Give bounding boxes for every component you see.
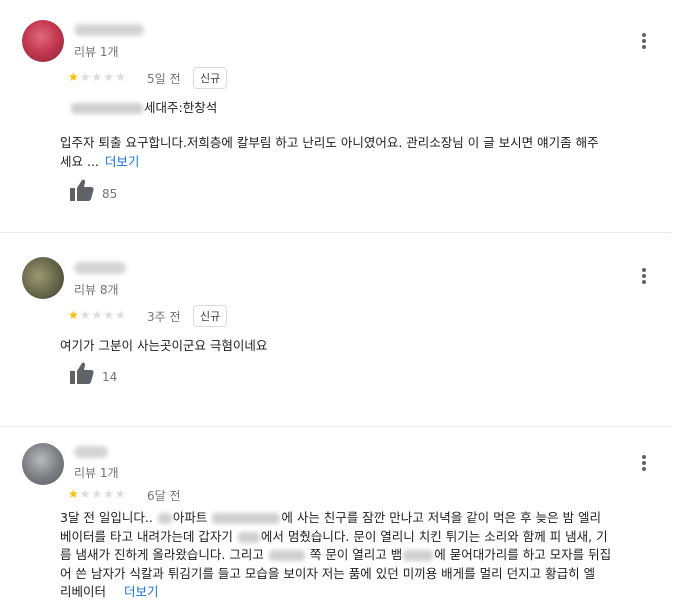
review-card: 리뷰 8개 ★★★★★ 3주 전 신규 여기가 그분이 사는곳이군요 극혐이네요…: [0, 233, 691, 426]
avatar[interactable]: [22, 257, 64, 299]
review-text-line: 어 쓴 남자가 식칼과 튀김기를 들고 모습을 보이자 저는 품에 있던 미끼용…: [60, 565, 596, 581]
owner-line: 세대주:한창석: [70, 97, 217, 116]
like-button[interactable]: 85: [70, 179, 117, 201]
review-text-part: 베이터를 타고 내려가는데 갑자기: [60, 528, 233, 544]
more-link[interactable]: 더보기: [105, 154, 140, 169]
new-badge: 신규: [193, 305, 228, 327]
review-count: 리뷰 1개: [74, 45, 119, 59]
star-rating: ★★★★★: [68, 308, 127, 322]
review-text-part: 에서 멈췄습니다. 문이 열리니 치킨 튀기는 소리와 함께 피 냄새, 기: [260, 528, 608, 544]
review-text: 3달 전 일입니다.. 아파트 에 사는 친구를 잠깐 만나고 저녁을 같이 먹…: [60, 509, 660, 602]
review-text-part: 름 냄새가 진하게 올라왔습니다. 그리고: [60, 547, 264, 562]
avatar[interactable]: [22, 443, 64, 485]
reviewer-name[interactable]: [74, 24, 144, 36]
review-text-part: 에 묻어대가리를 하고 모자를 뒤집: [434, 547, 612, 562]
like-count: 85: [102, 187, 118, 201]
review-date: 5일 전: [147, 72, 181, 86]
redacted-text: [403, 550, 434, 561]
star-rating: ★★★★★: [68, 487, 127, 501]
thumbs-up-icon: [70, 362, 94, 384]
review-count: 리뷰 8개: [74, 283, 119, 297]
like-button[interactable]: 14: [70, 362, 117, 384]
redacted-text: [71, 103, 143, 114]
review-text-part: 에 사는 친구를 잠깐 만나고 저녁을 같이 먹은 후 늦은 밤 엘리: [281, 510, 602, 525]
redacted-text: [268, 550, 305, 561]
review-date: 3주 전: [147, 310, 181, 324]
more-link[interactable]: 더보기: [124, 584, 159, 599]
review-card: 리뷰 1개 ★★★★★ 5일 전 신규 세대주:한창석 입주자 퇴출 요구합니다…: [0, 0, 691, 232]
review-text: 여기가 그분이 사는곳이군요 극혐이네요: [60, 338, 268, 353]
more-options-icon[interactable]: [637, 30, 651, 52]
review-card: 리뷰 1개 ★★★★★ 6달 전 3달 전 일입니다.. 아파트 에 사는 친구…: [0, 427, 691, 605]
review-text-line: 세요 ...: [60, 154, 99, 169]
star-rating: ★★★★★: [68, 70, 127, 84]
review-text: 입주자 퇴출 요구합니다.저희층에 칼부림 하고 난리도 아니였어요. 관리소장…: [60, 133, 660, 171]
more-options-icon[interactable]: [637, 452, 651, 474]
like-count: 14: [102, 370, 118, 384]
owner-text: 세대주:한창석: [144, 100, 218, 115]
thumbs-up-icon: [70, 179, 94, 201]
redacted-text: [237, 531, 260, 543]
reviewer-name[interactable]: [74, 262, 126, 274]
redacted-text: [212, 513, 281, 524]
review-count: 리뷰 1개: [74, 466, 119, 480]
more-options-icon[interactable]: [637, 265, 651, 287]
review-text-part: 리베이터: [60, 584, 107, 599]
review-text-part: 아파트: [172, 510, 208, 525]
review-text-part: 쪽 문이 열리고 뱀: [309, 547, 403, 562]
redacted-text: [157, 513, 172, 524]
new-badge: 신규: [193, 67, 228, 89]
reviewer-name[interactable]: [74, 446, 108, 458]
review-text-part: 3달 전 일입니다..: [60, 510, 153, 525]
review-date: 6달 전: [147, 489, 181, 503]
avatar[interactable]: [22, 20, 64, 62]
review-text-line: 입주자 퇴출 요구합니다.저희층에 칼부림 하고 난리도 아니였어요. 관리소장…: [60, 135, 599, 150]
